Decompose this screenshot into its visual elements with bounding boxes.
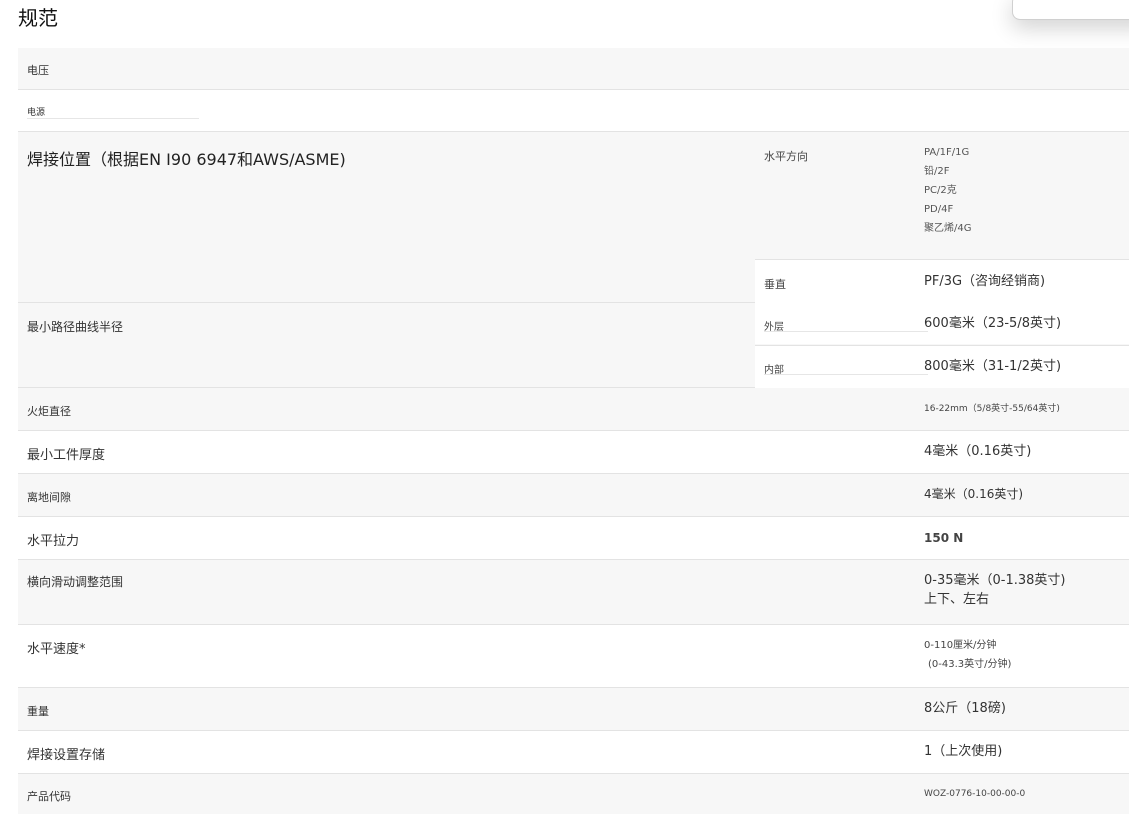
table-row: 水平速度* 0-110厘米/分钟 (0-43.3英寸/分钟) bbox=[18, 625, 1129, 688]
list-item: 聚乙烯/4G bbox=[924, 223, 972, 234]
list-item: 铅/2F bbox=[924, 166, 950, 177]
table-row: 离地间隙 4毫米（0.16英寸) bbox=[18, 474, 1129, 517]
value-line: (0-43.3英寸/分钟) bbox=[928, 659, 1012, 670]
table-row: 水平拉力 150 N bbox=[18, 517, 1129, 560]
popup-panel bbox=[1012, 0, 1129, 20]
table-row: 最小工件厚度 4毫米（0.16英寸) bbox=[18, 431, 1129, 474]
spec-label-cross-slide-range: 横向滑动调整范围 bbox=[27, 575, 124, 589]
value-line: 上下、左右 bbox=[924, 592, 990, 607]
value-line: 0-110厘米/分钟 bbox=[924, 640, 997, 651]
table-row: 最小路径曲线半径 外层 600毫米（23-5/8英寸) 内部 800毫米（31-… bbox=[18, 303, 1129, 388]
spec-label-horizontal-pull: 水平拉力 bbox=[27, 534, 80, 549]
spec-label-ground-clearance: 离地间隙 bbox=[27, 491, 71, 504]
value-cross-slide-range: 0-35毫米（0-1.38英寸) 上下、左右 bbox=[924, 571, 1065, 609]
table-row: 电压 bbox=[18, 48, 1129, 90]
spec-label-torch-diameter: 火炬直径 bbox=[27, 405, 71, 418]
sub-row-vertical: 垂直 PF/3G（咨询经销商) bbox=[755, 259, 1129, 303]
spec-label-weight: 重量 bbox=[27, 705, 49, 718]
value-product-code: WOZ-0776-10-00-00-0 bbox=[924, 789, 1026, 799]
value-horizontal-pull: 150 N bbox=[924, 531, 964, 545]
table-row: 焊接设置存储 1（上次使用) bbox=[18, 731, 1129, 774]
table-row: 重量 8公斤（18磅) bbox=[18, 688, 1129, 731]
table-row: 焊接位置（根据EN I90 6947和AWS/ASME) 水平方向 PA/1F/… bbox=[18, 132, 1129, 303]
table-row: 火炬直径 16-22mm（5/8英寸-55/64英寸) bbox=[18, 388, 1129, 431]
sub-label-horizontal: 水平方向 bbox=[764, 150, 808, 163]
value-weight: 8公斤（18磅) bbox=[924, 701, 1006, 716]
spec-label-min-workpiece-thickness: 最小工件厚度 bbox=[27, 448, 106, 463]
divider bbox=[764, 331, 928, 332]
list-item: PC/2克 bbox=[924, 185, 957, 196]
value-ground-clearance: 4毫米（0.16英寸) bbox=[924, 487, 1024, 501]
value-line: 0-35毫米（0-1.38英寸) bbox=[924, 573, 1066, 588]
table-row: 横向滑动调整范围 0-35毫米（0-1.38英寸) 上下、左右 bbox=[18, 560, 1129, 625]
sub-label-vertical: 垂直 bbox=[764, 278, 786, 291]
spec-label-horizontal-speed: 水平速度* bbox=[27, 642, 86, 657]
value-min-workpiece-thickness: 4毫米（0.16英寸) bbox=[924, 444, 1032, 459]
spec-label-power: 电源 bbox=[27, 108, 46, 118]
value-outer: 600毫米（23-5/8英寸) bbox=[924, 316, 1062, 331]
table-row: 产品代码 WOZ-0776-10-00-00-0 bbox=[18, 774, 1129, 814]
sub-row-inner: 内部 800毫米（31-1/2英寸) bbox=[755, 345, 1129, 388]
sub-row-outer: 外层 600毫米（23-5/8英寸) bbox=[755, 303, 1129, 344]
value-weld-settings-storage: 1（上次使用) bbox=[924, 744, 1003, 759]
divider bbox=[27, 118, 199, 119]
spec-label-voltage: 电压 bbox=[27, 64, 49, 77]
divider bbox=[764, 374, 928, 375]
page-title: 规范 bbox=[18, 6, 58, 30]
spec-label-product-code: 产品代码 bbox=[27, 790, 71, 803]
value-torch-diameter: 16-22mm（5/8英寸-55/64英寸) bbox=[924, 404, 1060, 414]
spec-label-min-path-radius: 最小路径曲线半径 bbox=[27, 320, 124, 334]
value-vertical: PF/3G（咨询经销商) bbox=[924, 274, 1046, 289]
list-item: PA/1F/1G bbox=[924, 147, 970, 158]
horizontal-positions-list: PA/1F/1G 铅/2F PC/2克 PD/4F 聚乙烯/4G bbox=[924, 143, 971, 238]
value-inner: 800毫米（31-1/2英寸) bbox=[924, 359, 1062, 374]
spec-label-weld-settings-storage: 焊接设置存储 bbox=[27, 748, 106, 763]
spec-label-welding-position: 焊接位置（根据EN I90 6947和AWS/ASME) bbox=[27, 150, 346, 169]
list-item: PD/4F bbox=[924, 204, 954, 215]
spec-table: 电压 电源 焊接位置（根据EN I90 6947和AWS/ASME) 水平方向 … bbox=[18, 48, 1129, 814]
value-horizontal-speed: 0-110厘米/分钟 (0-43.3英寸/分钟) bbox=[924, 636, 1011, 674]
table-row: 电源 bbox=[18, 90, 1129, 132]
